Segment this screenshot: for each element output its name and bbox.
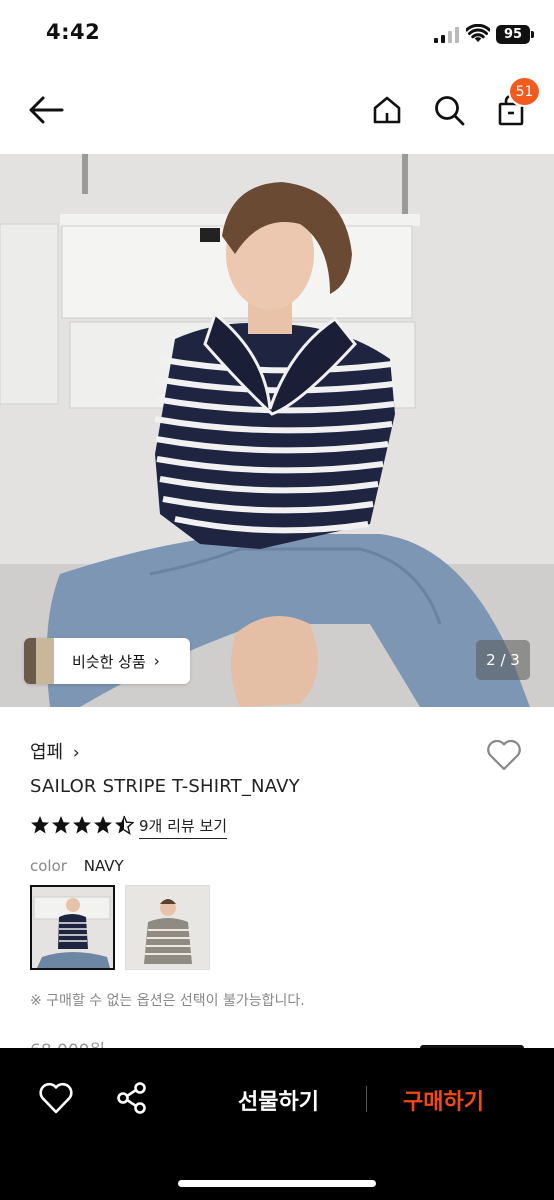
home-icon[interactable] — [369, 92, 405, 128]
like-heart-icon[interactable] — [38, 1080, 74, 1116]
color-swatch-navy[interactable] — [30, 885, 115, 970]
rating-stars — [30, 815, 134, 835]
battery-nub — [531, 31, 534, 38]
chevron-right-icon: › — [153, 652, 160, 670]
brand-name: 엽페 — [30, 742, 64, 763]
product-photo — [0, 154, 554, 707]
color-value: NAVY — [83, 857, 124, 875]
cart-count-badge: 51 — [508, 76, 541, 107]
similar-product-thumbnail — [24, 638, 54, 684]
status-bar: 4:42 95 — [0, 0, 554, 64]
swatch-thumbnail — [126, 886, 209, 969]
swatch-thumbnail — [32, 887, 113, 968]
view-reviews-link[interactable]: 9개 리뷰 보기 — [139, 815, 228, 839]
chevron-right-icon: › — [72, 743, 80, 763]
product-title: SAILOR STRIPE T-SHIRT_NAVY — [30, 776, 300, 797]
divider — [366, 1086, 367, 1112]
wifi-icon — [466, 24, 490, 42]
top-nav — [0, 80, 554, 140]
color-swatch-gray[interactable] — [125, 885, 210, 970]
image-counter: 2 / 3 — [476, 640, 530, 680]
wishlist-heart-icon[interactable] — [486, 738, 522, 772]
color-option-row: color NAVY — [30, 857, 124, 875]
similar-products-label: 비슷한 상품 — [72, 652, 146, 671]
product-image[interactable] — [0, 154, 554, 707]
buy-button[interactable]: 구매하기 — [403, 1084, 484, 1116]
brand-link[interactable]: 엽페 › — [30, 738, 80, 764]
star-full-icon — [94, 816, 112, 834]
star-full-icon — [52, 816, 70, 834]
star-full-icon — [31, 816, 49, 834]
bottom-action-bar: 선물하기 구매하기 — [0, 1048, 554, 1200]
option-notice: ※ 구매할 수 없는 옵션은 선택이 불가능합니다. — [30, 993, 305, 1009]
similar-products-button[interactable]: 비슷한 상품 › — [24, 638, 190, 684]
color-key: color — [30, 857, 67, 875]
status-time: 4:42 — [46, 20, 101, 44]
cellular-signal-icon — [434, 27, 459, 43]
star-full-icon — [73, 816, 91, 834]
star-half-icon — [115, 815, 134, 835]
back-arrow-icon[interactable] — [28, 92, 64, 128]
battery-indicator: 95 — [496, 25, 530, 44]
gift-button[interactable]: 선물하기 — [238, 1084, 319, 1116]
search-icon[interactable] — [431, 92, 467, 128]
home-indicator — [178, 1180, 376, 1187]
share-icon[interactable] — [114, 1080, 150, 1116]
